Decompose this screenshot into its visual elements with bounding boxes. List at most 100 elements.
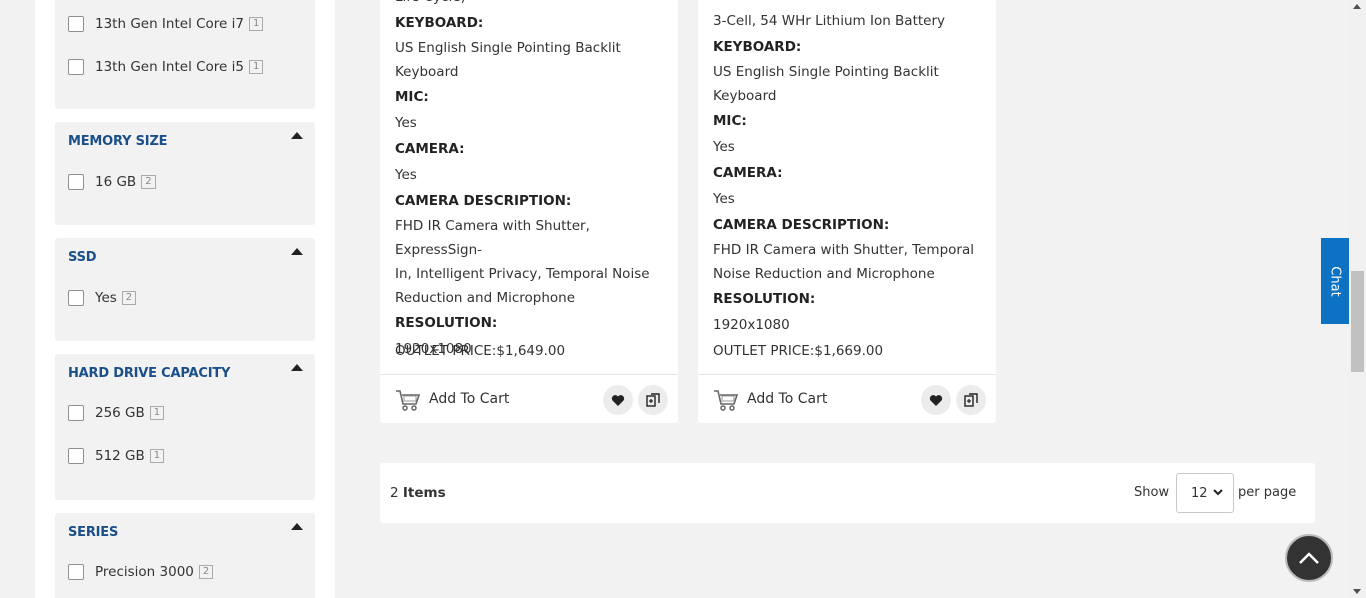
checkbox[interactable] [68, 448, 84, 464]
show-label: Show [1134, 485, 1170, 500]
chevron-down-icon [1213, 489, 1223, 496]
checkbox[interactable] [68, 174, 84, 190]
checkbox[interactable] [68, 564, 84, 580]
spec-key-camera-description: CAMERA DESCRIPTION: [713, 217, 890, 233]
spec-key-resolution: RESOLUTION: [713, 291, 816, 307]
spec-value: US English Single Pointing Backlit [395, 40, 621, 56]
filter-option-label: 256 GB [95, 405, 145, 421]
filter-option-label: 13th Gen Intel Core i7 [95, 16, 244, 32]
filter-option-precision-3000[interactable]: Precision 3000 2 [68, 562, 214, 582]
spec-value: 3-Cell, 54 WHr Lithium Ion Battery [713, 13, 946, 29]
spec-key-camera: CAMERA: [713, 165, 783, 181]
spec-value: FHD IR Camera with Shutter, ExpressSign- [395, 218, 590, 258]
product-card: Life Cycle) KEYBOARD: US English Single … [380, 0, 678, 423]
spec-value: Reduction and Microphone [395, 290, 576, 306]
wishlist-button[interactable] [603, 385, 633, 415]
spec-key-keyboard: KEYBOARD: [713, 39, 802, 55]
filter-option-count: 2 [141, 175, 156, 189]
spec-value: Yes [713, 139, 735, 155]
filter-option-count: 2 [121, 291, 137, 305]
filter-option-count: 1 [149, 449, 165, 463]
filter-option-i5[interactable]: 13th Gen Intel Core i5 1 [68, 57, 264, 77]
heart-icon [929, 394, 943, 406]
spec-value: US English Single Pointing Backlit [713, 64, 939, 80]
add-to-cart-button[interactable]: Add To Cart [429, 391, 509, 407]
cart-icon[interactable] [395, 388, 421, 412]
card-actions: Add To Cart [380, 374, 678, 423]
spec-value: Noise Reduction and Microphone [713, 266, 935, 282]
per-page-value: 12 [1191, 485, 1208, 501]
spec-value: Yes [395, 115, 417, 131]
toolbar-amount: 2 Items [390, 485, 446, 501]
filter-block-ssd: SSD Yes 2 [55, 238, 315, 341]
chat-button[interactable]: Chat [1321, 238, 1349, 324]
checkbox[interactable] [68, 290, 84, 306]
checkbox[interactable] [68, 59, 84, 75]
spec-key-camera: CAMERA: [395, 141, 465, 157]
spec-key-resolution: RESOLUTION: [395, 315, 498, 331]
filter-option-256gb[interactable]: 256 GB 1 [68, 403, 165, 423]
filter-block-memory: MEMORY SIZE 16 GB 2 [55, 122, 315, 225]
compare-button[interactable] [638, 385, 668, 415]
per-page-select[interactable]: 12 [1176, 473, 1234, 513]
spec-value: 1920x1080 [713, 317, 790, 333]
filter-option-label: 16 GB [95, 174, 137, 190]
filter-option-16gb[interactable]: 16 GB 2 [68, 172, 156, 192]
wishlist-button[interactable] [921, 385, 951, 415]
filter-option-count: 1 [249, 17, 264, 31]
filter-sidebar: 13th Gen Intel Core i7 1 13th Gen Intel … [35, 0, 335, 598]
collapse-caret-icon[interactable] [291, 364, 303, 371]
checkbox[interactable] [68, 16, 84, 32]
page-scrollbar[interactable] [1349, 0, 1366, 598]
product-specs: Life Cycle) KEYBOARD: US English Single … [395, 0, 666, 362]
items-count-label: Items [402, 485, 446, 501]
scroll-down-arrow-icon[interactable] [1353, 589, 1361, 594]
items-count-number: 2 [390, 485, 399, 501]
back-to-top-button[interactable] [1285, 534, 1333, 582]
scroll-thumb[interactable] [1351, 271, 1364, 372]
filter-title[interactable]: MEMORY SIZE [68, 134, 168, 149]
filter-title[interactable]: SERIES [68, 525, 118, 540]
filter-option-count: 1 [149, 406, 165, 420]
filter-title[interactable]: SSD [68, 250, 97, 265]
add-to-cart-button[interactable]: Add To Cart [747, 391, 827, 407]
spec-value: Life Cycle) [395, 0, 666, 10]
filter-block-hdd: HARD DRIVE CAPACITY 256 GB 1 512 GB 1 [55, 354, 315, 500]
filter-option-count: 2 [198, 565, 214, 579]
compare-icon [646, 393, 660, 407]
spec-value: Keyboard [713, 88, 777, 104]
filter-option-count: 1 [249, 60, 264, 74]
filter-block-series: SERIES Precision 3000 2 [55, 513, 315, 598]
chat-label: Chat [1327, 265, 1343, 297]
filter-title[interactable]: HARD DRIVE CAPACITY [68, 366, 230, 381]
filter-option-label: Precision 3000 [95, 564, 194, 580]
checkbox[interactable] [68, 405, 84, 421]
cart-icon[interactable] [713, 388, 739, 412]
filter-option-512gb[interactable]: 512 GB 1 [68, 446, 165, 466]
spec-value: FHD IR Camera with Shutter, Temporal [713, 242, 974, 258]
collapse-caret-icon[interactable] [291, 523, 303, 530]
chevron-up-icon [1299, 552, 1319, 564]
collapse-caret-icon[interactable] [291, 132, 303, 139]
filter-block-processor: 13th Gen Intel Core i7 1 13th Gen Intel … [55, 0, 315, 109]
filter-option-ssd-yes[interactable]: Yes 2 [68, 288, 137, 308]
toolbar-bottom: 2 Items Show 12 per page [380, 463, 1315, 523]
card-actions: Add To Cart [698, 374, 996, 423]
heart-icon [611, 394, 625, 406]
spec-value: Yes [713, 191, 735, 207]
spec-key-camera-description: CAMERA DESCRIPTION: [395, 193, 572, 209]
spec-value: Keyboard [395, 64, 459, 80]
outlet-price: OUTLET PRICE:$1,649.00 [395, 343, 566, 359]
filter-option-i7[interactable]: 13th Gen Intel Core i7 1 [68, 14, 264, 34]
spec-key-mic: MIC: [395, 89, 429, 105]
spec-value: In, Intelligent Privacy, Temporal Noise [395, 266, 650, 282]
filter-option-label: 13th Gen Intel Core i5 [95, 59, 244, 75]
collapse-caret-icon[interactable] [291, 248, 303, 255]
product-specs: 3-Cell, 54 WHr Lithium Ion Battery KEYBO… [713, 8, 984, 338]
compare-button[interactable] [956, 385, 986, 415]
spec-key-mic: MIC: [713, 113, 747, 129]
spec-value: Yes [395, 167, 417, 183]
product-card: 3-Cell, 54 WHr Lithium Ion Battery KEYBO… [698, 0, 996, 423]
outlet-price: OUTLET PRICE:$1,669.00 [713, 343, 884, 359]
scroll-up-arrow-icon[interactable] [1353, 4, 1361, 9]
